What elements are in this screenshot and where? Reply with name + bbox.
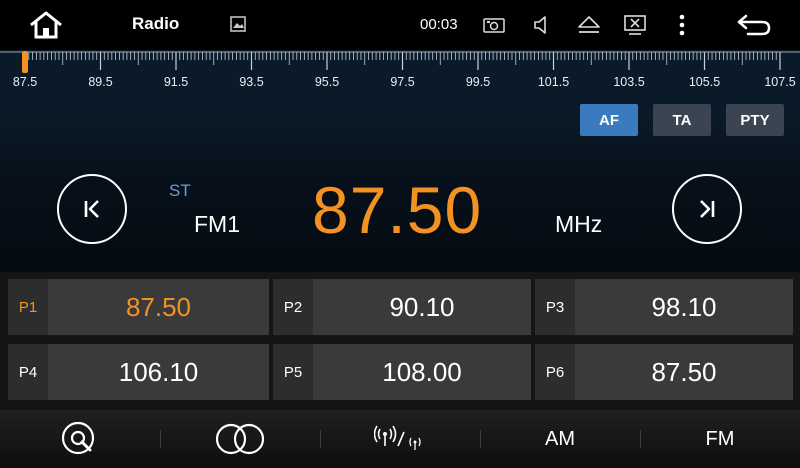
seek-next-button[interactable] bbox=[672, 174, 742, 244]
band-name: FM1 bbox=[194, 211, 240, 237]
preset-frequency: 90.10 bbox=[389, 291, 455, 322]
preset-label: P4 bbox=[8, 344, 48, 400]
am-button[interactable]: AM bbox=[480, 410, 640, 468]
scale-label: 87.5 bbox=[12, 75, 38, 89]
preset-button-p6[interactable]: P6 87.50 bbox=[535, 344, 793, 400]
seek-prev-button[interactable] bbox=[57, 174, 127, 244]
preset-button-p5[interactable]: P5 108.00 bbox=[273, 344, 531, 400]
pty-button[interactable]: PTY bbox=[726, 104, 784, 136]
tuning-needle[interactable] bbox=[22, 51, 28, 73]
loudness-icon bbox=[215, 423, 265, 455]
home-button[interactable] bbox=[26, 8, 66, 42]
clock: 00:03 bbox=[420, 16, 458, 33]
more-icon bbox=[679, 14, 685, 36]
af-button[interactable]: AF bbox=[580, 104, 638, 136]
preset-button-p3[interactable]: P3 98.10 bbox=[535, 279, 793, 335]
preset-label: P5 bbox=[273, 344, 313, 400]
preset-label: P6 bbox=[535, 344, 575, 400]
preset-frequency: 106.10 bbox=[118, 356, 199, 387]
seek-next-icon bbox=[700, 200, 715, 218]
preset-button-p4[interactable]: P4 106.10 bbox=[8, 344, 269, 400]
picture-icon bbox=[230, 16, 246, 32]
back-button[interactable] bbox=[734, 10, 774, 40]
scale-label: 91.5 bbox=[163, 75, 189, 89]
loudness-button[interactable] bbox=[160, 410, 320, 468]
frequency-unit: MHz bbox=[555, 211, 603, 237]
preset-label: P1 bbox=[8, 279, 48, 335]
home-icon bbox=[30, 11, 62, 39]
preset-frequency: 87.50 bbox=[651, 356, 717, 387]
preset-grid: P1 87.50 P2 90.10 P3 98.10 P4 106.10 P5 … bbox=[0, 272, 800, 410]
broadcast-icon bbox=[374, 425, 421, 450]
preset-frequency: 108.00 bbox=[382, 356, 462, 387]
camera-button[interactable] bbox=[478, 10, 510, 40]
scale-label: 103.5 bbox=[613, 75, 645, 89]
scale-label: 95.5 bbox=[314, 75, 340, 89]
scale-label: 97.5 bbox=[390, 75, 415, 89]
tuner-panel: 87.5 89.5 91.5 93.5 95.5 97.5 99.5 101.5 103.5 10… bbox=[0, 50, 800, 272]
scale-label: 107.5 bbox=[764, 75, 796, 89]
volume-icon bbox=[534, 16, 546, 34]
scale-label: 93.5 bbox=[239, 75, 264, 89]
preset-button-p1[interactable]: P1 87.50 bbox=[8, 279, 269, 335]
preset-label: P2 bbox=[273, 279, 313, 335]
scale-label: 101.5 bbox=[537, 75, 570, 89]
stereo-indicator: ST bbox=[169, 181, 191, 200]
bottom-toolbar: AM FM bbox=[0, 410, 800, 468]
screen-close-button[interactable] bbox=[619, 10, 651, 40]
fm-label: FM bbox=[705, 427, 735, 450]
search-button[interactable] bbox=[0, 410, 160, 468]
camera-icon bbox=[483, 18, 505, 33]
current-frequency: 87.50 bbox=[312, 173, 483, 247]
broadcast-button[interactable] bbox=[320, 410, 480, 468]
scale-label: 105.5 bbox=[688, 75, 721, 89]
scale-label: 89.5 bbox=[88, 75, 113, 89]
search-icon bbox=[61, 421, 95, 455]
more-button[interactable] bbox=[666, 10, 698, 40]
am-label: AM bbox=[545, 427, 575, 450]
back-icon bbox=[737, 14, 771, 36]
fm-button[interactable]: FM bbox=[640, 410, 800, 468]
seek-prev-icon bbox=[84, 200, 99, 218]
preset-frequency: 98.10 bbox=[651, 291, 717, 322]
preset-label: P3 bbox=[535, 279, 575, 335]
preset-frequency: 87.50 bbox=[125, 291, 192, 322]
app-title: Radio bbox=[132, 14, 180, 33]
ta-button[interactable]: TA bbox=[653, 104, 711, 136]
eject-icon bbox=[578, 16, 600, 33]
scale-label: 99.5 bbox=[465, 75, 491, 89]
eject-button[interactable] bbox=[573, 10, 605, 40]
preset-button-p2[interactable]: P2 90.10 bbox=[273, 279, 531, 335]
status-bar: Radio 00:03 bbox=[0, 0, 800, 50]
volume-button[interactable] bbox=[526, 10, 558, 40]
screen-close-icon bbox=[624, 15, 646, 35]
